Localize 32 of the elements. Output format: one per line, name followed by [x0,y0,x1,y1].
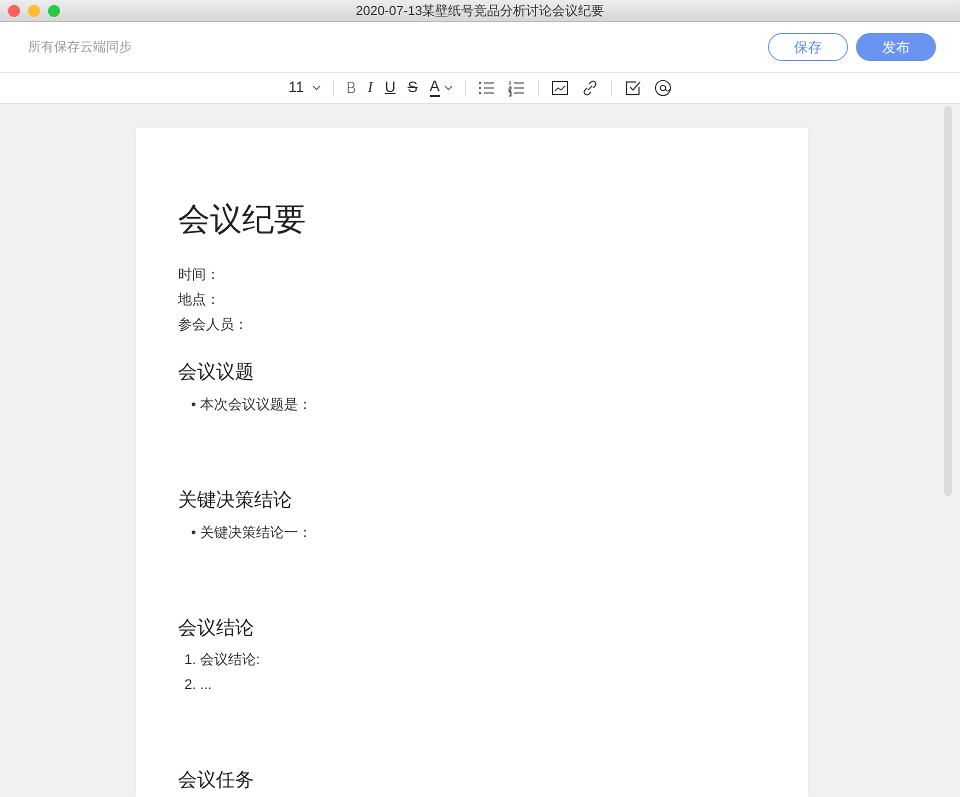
section-heading: 会议任务 [178,769,255,794]
underline-button[interactable]: U [380,76,400,100]
font-size-dropdown[interactable]: 11 [284,76,325,100]
image-icon [550,79,569,97]
section-heading: 会议结论 [178,616,255,641]
caret-icon [312,85,321,91]
list-item-text: 本次会议议题是： [200,395,312,414]
document-title: 会议纪要 [178,200,307,238]
list-item-text: 会议结论: [200,650,260,670]
list-marker: 2. [184,675,196,694]
bullet-list-icon [478,79,496,97]
sync-status: 所有保存云端同步 [28,38,132,56]
strikethrough-button[interactable]: S [404,76,422,100]
list-item-text: ... [200,675,212,694]
italic-button[interactable]: I [364,76,377,100]
list-marker: • [190,395,196,414]
paragraph: 参会人员： [178,315,249,334]
list-marker: 1. [184,650,196,670]
section-heading: 会议议题 [178,361,255,386]
bold-button[interactable]: B [342,76,360,100]
section-heading: 关键决策结论 [178,489,293,514]
link-icon [580,79,599,97]
window-title: 2020-07-13某壁纸号竞品分析讨论会议纪要 [356,2,604,20]
checkbox-icon [624,79,642,97]
paragraph: 时间： [178,265,221,284]
text-color-button[interactable]: A [426,76,457,100]
paragraph: 地点： [178,290,221,310]
list-item-text: 关键决策结论一： [200,522,312,542]
caret-icon [444,85,453,91]
list-marker: • [190,522,196,542]
at-icon [654,79,672,97]
numbered-list-icon [508,79,526,97]
